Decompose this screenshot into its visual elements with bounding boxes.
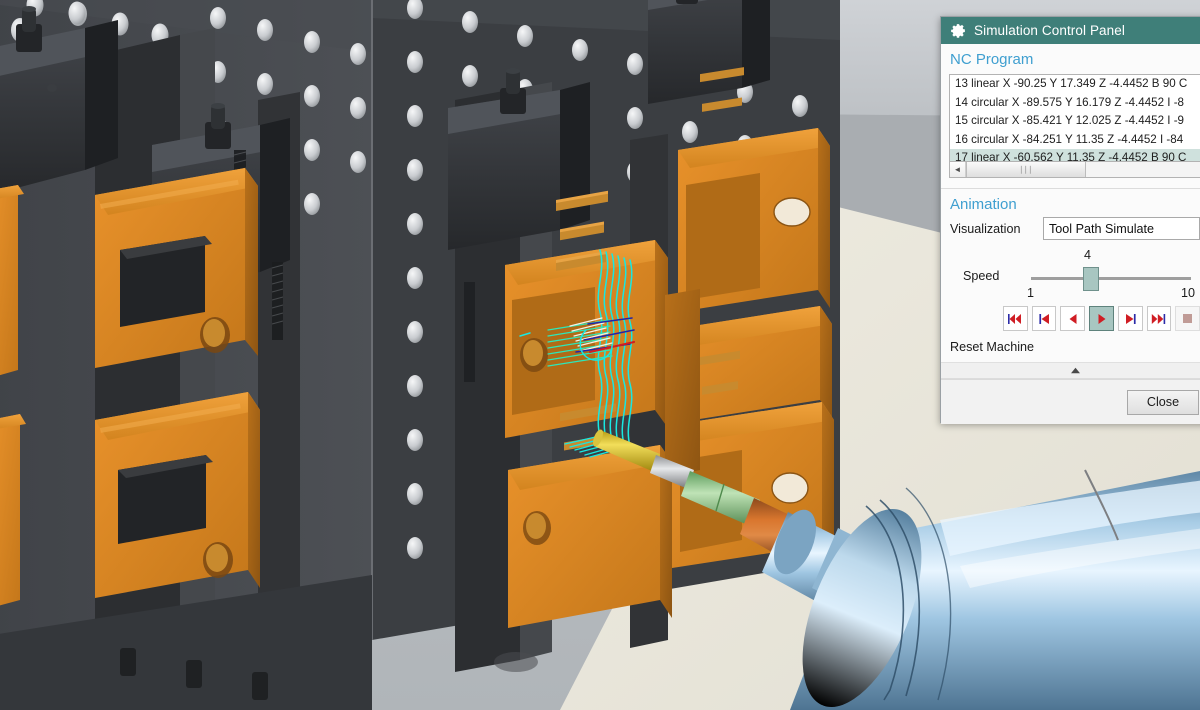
playback-controls	[941, 304, 1200, 331]
step-forward-button[interactable]	[1117, 306, 1143, 331]
scrollbar-thumb[interactable]: ∣∣∣	[966, 162, 1086, 177]
nc-program-group: NC Program 13 linear X -90.25 Y 17.349 Z…	[941, 44, 1200, 189]
gear-icon	[950, 22, 967, 39]
workpiece-fixture-bridge	[665, 289, 700, 477]
workpiece-fixture-left-lower	[95, 392, 260, 598]
stop-button[interactable]	[1175, 306, 1200, 331]
scroll-left-arrow-icon[interactable]: ◄	[950, 162, 966, 177]
speed-value: 4	[1084, 248, 1092, 262]
speed-slider-row: 4 Speed 1 10	[941, 248, 1200, 304]
panel-title: Simulation Control Panel	[974, 23, 1125, 38]
play-forward-button[interactable]	[1089, 306, 1114, 331]
simulation-control-panel[interactable]: Simulation Control Panel NC Program 13 l…	[940, 16, 1200, 424]
speed-slider-thumb[interactable]	[1083, 267, 1099, 291]
nc-program-row[interactable]: 13 linear X -90.25 Y 17.349 Z -4.4452 B …	[950, 75, 1200, 94]
step-back-button[interactable]	[1031, 306, 1057, 331]
speed-slider-track[interactable]	[1031, 277, 1191, 280]
visualization-select[interactable]: Tool Path Simulate	[1043, 217, 1200, 240]
animation-group: Animation Visualization Tool Path Simula…	[941, 189, 1200, 379]
nc-program-list[interactable]: 13 linear X -90.25 Y 17.349 Z -4.4452 B …	[949, 74, 1200, 162]
fast-forward-to-end-button[interactable]	[1146, 306, 1172, 331]
play-reverse-button[interactable]	[1060, 306, 1086, 331]
visualization-row: Visualization Tool Path Simulate	[941, 215, 1200, 242]
nc-program-horizontal-scrollbar[interactable]: ◄ ∣∣∣	[949, 162, 1200, 178]
speed-min-label: 1	[1027, 286, 1035, 300]
nc-program-row-selected[interactable]: 17 linear X -60.562 Y 11.35 Z -4.4452 B …	[950, 149, 1200, 161]
nc-program-row[interactable]: 16 circular X -84.251 Y 11.35 Z -4.4452 …	[950, 131, 1200, 150]
speed-max-label: 10	[1181, 286, 1196, 300]
workpiece-fixture-left-upper	[95, 168, 258, 368]
scrollbar-track[interactable]	[1086, 162, 1200, 177]
panel-collapse-toggle[interactable]	[941, 362, 1200, 378]
visualization-label: Visualization	[950, 221, 1021, 236]
reset-machine-label[interactable]: Reset Machine	[941, 331, 1200, 362]
panel-body: NC Program 13 linear X -90.25 Y 17.349 Z…	[941, 44, 1200, 424]
chevron-up-icon	[1070, 367, 1080, 374]
nc-program-row[interactable]: 14 circular X -89.575 Y 16.179 Z -4.4452…	[950, 94, 1200, 113]
close-button[interactable]: Close	[1127, 389, 1199, 415]
nc-program-row[interactable]: 15 circular X -85.421 Y 12.025 Z -4.4452…	[950, 112, 1200, 131]
speed-label: Speed	[963, 269, 1000, 283]
nc-program-heading: NC Program	[950, 51, 1034, 68]
animation-heading: Animation	[950, 196, 1017, 213]
rewind-to-start-button[interactable]	[1003, 306, 1028, 331]
panel-titlebar[interactable]: Simulation Control Panel	[941, 17, 1200, 44]
panel-footer: Close	[941, 379, 1200, 424]
